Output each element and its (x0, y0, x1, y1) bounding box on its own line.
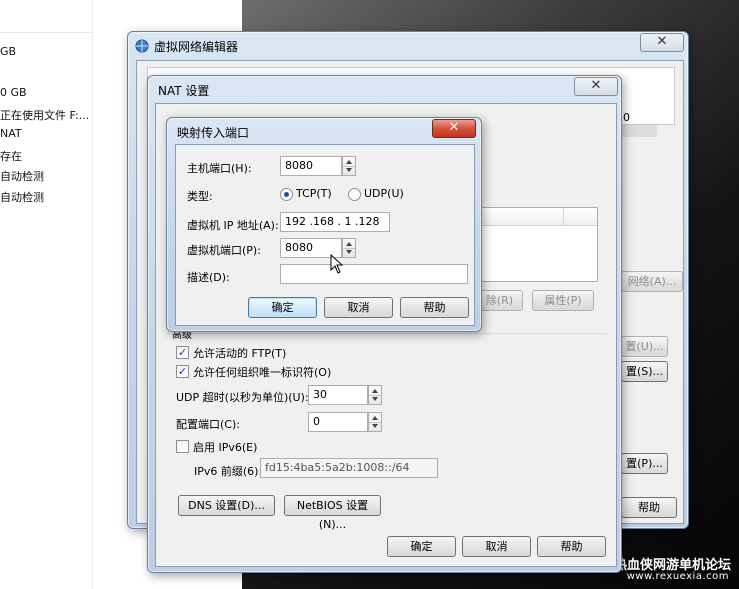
check-mark-icon: ✓ (177, 346, 188, 359)
nat-window-title: NAT 设置 (158, 84, 210, 98)
config-port-input[interactable]: 0 (308, 412, 368, 432)
config-port-spinner[interactable] (368, 412, 382, 432)
map-help-button[interactable]: 帮助 (400, 297, 469, 318)
map-client-area: 主机端口(H): 8080 类型: TCP(T) UDP(U) 虚拟机 IP 地… (175, 144, 475, 326)
nat-ok-button[interactable]: 确定 (387, 536, 456, 557)
host-port-input[interactable]: 8080 (280, 156, 342, 176)
left-pane-line: GB (0, 45, 17, 58)
left-pane-line: 自动检测 (0, 191, 44, 204)
description-label: 描述(D): (187, 271, 230, 284)
watermark-url: www.rexuexia.com (626, 571, 729, 582)
nat-cancel-button[interactable]: 取消 (462, 536, 531, 557)
ipv6-label: 启用 IPv6(E) (193, 441, 258, 454)
udp-radio[interactable] (348, 188, 361, 201)
vm-ip-input[interactable]: 192 .168 . 1 .128 (280, 212, 390, 232)
vm-port-label: 虚拟机端口(P): (187, 244, 261, 257)
map-cancel-button[interactable]: 取消 (324, 297, 393, 318)
close-button[interactable]: ✕ (640, 33, 684, 52)
description-input[interactable] (280, 264, 468, 284)
udp-timeout-label: UDP 超时(以秒为单位)(U): (176, 391, 309, 404)
nat-settings-button[interactable]: 置(S)... (621, 361, 668, 382)
left-pane-separator (0, 32, 92, 33)
add-network-button[interactable]: 网络(A)... (621, 271, 683, 292)
udp-radio-label: UDP(U) (364, 187, 404, 200)
nat-close-button[interactable]: ✕ (574, 77, 618, 96)
left-pane-line: 存在 (0, 150, 22, 163)
advanced-group-border (166, 333, 606, 334)
explorer-left-pane: GB 0 GB 正在使用文件 F:... NAT 存在 自动检测 自动检测 (0, 0, 92, 589)
remove-button[interactable]: 除(R) (476, 290, 523, 311)
left-pane-line: 自动检测 (0, 170, 44, 183)
ipv6-prefix-input[interactable]: fd15:4ba5:5a2b:1008::/64 (260, 458, 438, 478)
properties-button[interactable]: 属性(P) (532, 290, 594, 311)
host-port-spinner[interactable] (342, 156, 356, 176)
gateway-button[interactable]: 置(U)... (621, 336, 668, 357)
nat-help-button[interactable]: 帮助 (537, 536, 606, 557)
oui-label: 允许任何组织唯一标识符(O) (193, 366, 332, 379)
map-close-button[interactable]: ✕ (432, 119, 476, 138)
map-incoming-port-dialog: 映射传入端口 ✕ 主机端口(H): 8080 类型: TCP(T) UDP(U)… (166, 117, 482, 332)
ipv6-checkbox[interactable] (176, 440, 189, 453)
left-pane-line: NAT (0, 127, 22, 140)
tcp-label: TCP(T) (296, 187, 332, 200)
mouse-cursor-icon (330, 254, 344, 274)
dhcp-settings-button[interactable]: 置(P)... (621, 453, 668, 474)
host-port-label: 主机端口(H): (187, 162, 252, 175)
map-dialog-title: 映射传入端口 (177, 126, 250, 140)
left-pane-line: 0 GB (0, 86, 27, 99)
check-mark-icon: ✓ (177, 365, 188, 378)
netbios-settings-button[interactable]: NetBIOS 设置(N)... (284, 495, 381, 531)
type-label: 类型: (187, 190, 213, 203)
ipv6-prefix-label: IPv6 前缀(6): (194, 465, 263, 478)
udp-timeout-spinner[interactable] (368, 385, 382, 405)
dns-settings-button[interactable]: DNS 设置(D)... (178, 495, 275, 516)
config-port-label: 配置端口(C): (176, 418, 240, 431)
bg-digit: 0 (623, 111, 630, 124)
list-header-divider (563, 208, 564, 226)
vne-help-button[interactable]: 帮助 (621, 497, 677, 518)
tcp-radio[interactable] (280, 188, 293, 201)
ftp-label: 允许活动的 FTP(T) (193, 347, 287, 360)
vm-port-spinner[interactable] (342, 238, 356, 258)
udp-timeout-input[interactable]: 30 (308, 385, 368, 405)
left-pane-line: 正在使用文件 F:... (0, 109, 90, 122)
window-title: 虚拟网络编辑器 (154, 40, 239, 54)
map-ok-button[interactable]: 确定 (248, 297, 317, 318)
oui-checkbox[interactable]: ✓ (176, 365, 189, 378)
ftp-checkbox[interactable]: ✓ (176, 346, 189, 359)
network-icon (135, 39, 149, 53)
vm-ip-label: 虚拟机 IP 地址(A): (187, 219, 279, 232)
